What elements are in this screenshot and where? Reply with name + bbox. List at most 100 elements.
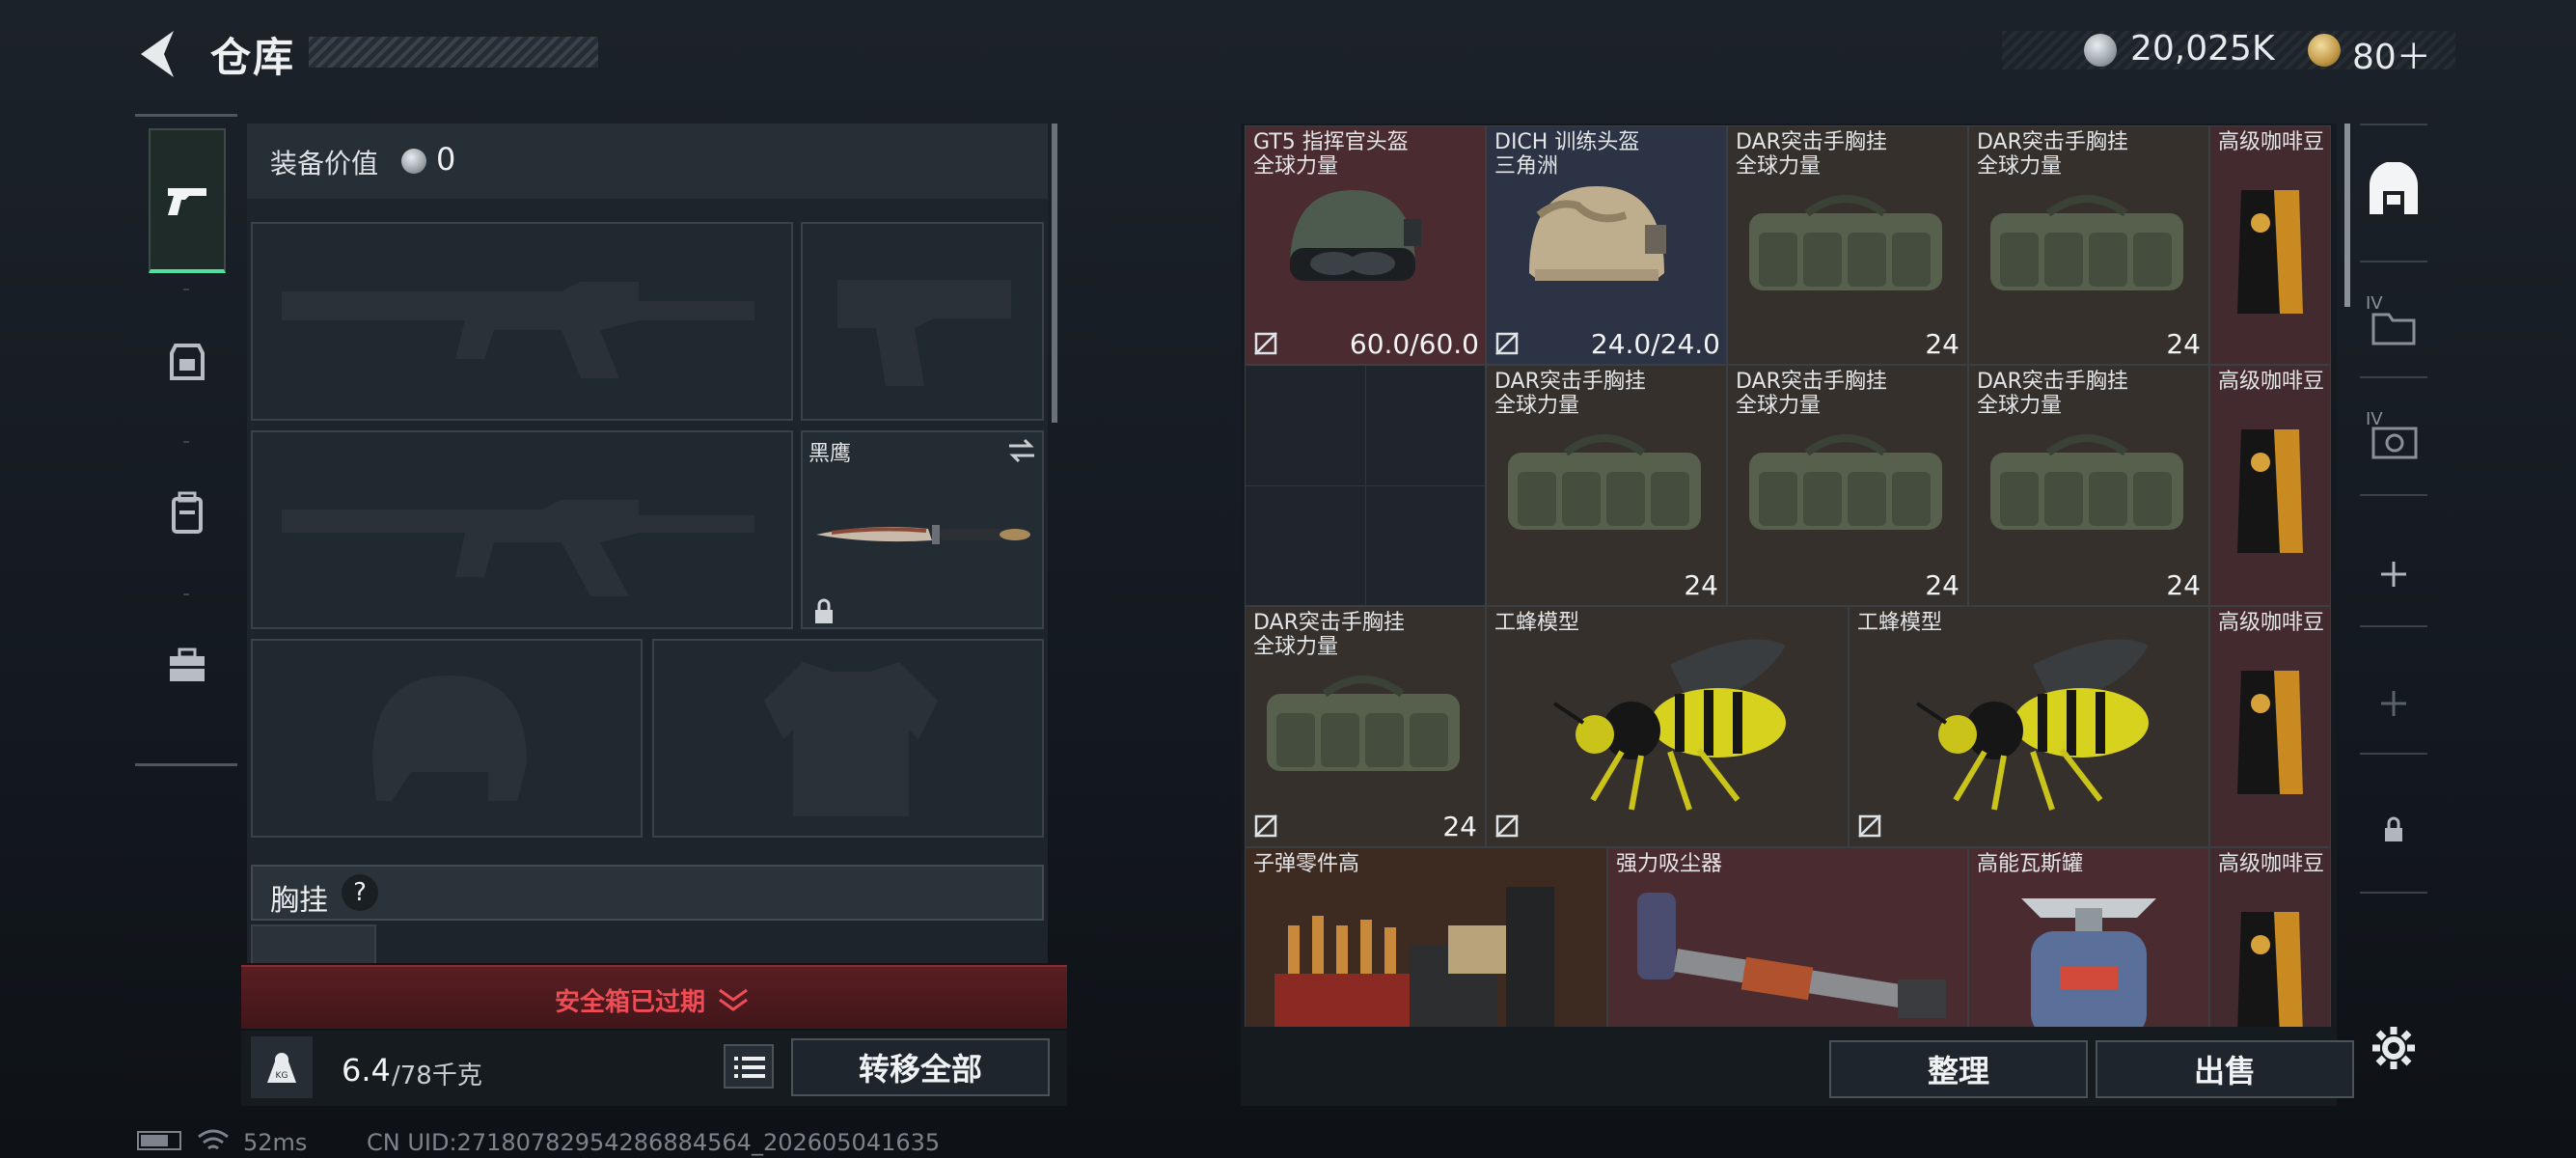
- item-gas-canister[interactable]: 高能瓦斯罐: [1968, 847, 2209, 1027]
- lock-icon: [815, 598, 833, 623]
- equipment-value-label: 装备价值: [270, 148, 379, 179]
- category-tabs: [135, 114, 237, 766]
- silver-coin-icon: [401, 149, 426, 174]
- armor-icon: [170, 344, 205, 380]
- swap-icon[interactable]: [1007, 438, 1036, 463]
- gas-canister-icon: [2021, 898, 2156, 1027]
- tab-toolbox[interactable]: [149, 593, 226, 738]
- item-coffee-beans[interactable]: 高级咖啡豆: [2209, 606, 2331, 847]
- melee-slot[interactable]: 黑鹰: [801, 430, 1044, 629]
- item-vacuum-cleaner[interactable]: 强力吸尘器: [1607, 847, 1968, 1027]
- weight-max: /78千克: [392, 1062, 482, 1090]
- item-coffee-beans[interactable]: 高级咖啡豆: [2209, 847, 2331, 1027]
- item-gt5-helmet[interactable]: GT5 指挥官头盔 全球力量 60.0/60.0: [1245, 125, 1486, 365]
- add-icon[interactable]: [2379, 560, 2408, 589]
- toolbox-icon: [170, 648, 205, 681]
- item-name: 高级咖啡豆: [2218, 852, 2325, 876]
- item-name: DAR突击手胸挂: [1736, 370, 1887, 394]
- item-dar-chest-rig[interactable]: DAR突击手胸挂 全球力量 24: [1968, 125, 2209, 365]
- item-name: DAR突击手胸挂: [1977, 130, 2128, 154]
- empty-slot[interactable]: [1245, 365, 1486, 606]
- backpack-icon: [172, 491, 203, 534]
- item-faction: 全球力量: [1736, 154, 1822, 179]
- back-arrow-icon[interactable]: [135, 27, 181, 81]
- item-faction: 全球力量: [1977, 154, 2063, 179]
- repair-disabled-icon: [1254, 332, 1277, 355]
- warehouse-icon[interactable]: [2366, 162, 2422, 218]
- item-faction: 全球力量: [1736, 394, 1822, 418]
- item-name: DAR突击手胸挂: [1253, 611, 1405, 635]
- item-bee-model[interactable]: 工蜂模型: [1486, 606, 1849, 847]
- weight-current: 6.4: [342, 1052, 391, 1089]
- repair-disabled-icon: [1495, 332, 1519, 355]
- add-icon[interactable]: [2379, 689, 2408, 718]
- ping-text: 52ms: [243, 1129, 308, 1156]
- item-coffee-beans[interactable]: 高级咖啡豆: [2209, 125, 2331, 365]
- wifi-icon: [198, 1129, 229, 1150]
- durability: 60.0/60.0: [1349, 328, 1479, 360]
- primary-weapon-slot[interactable]: [251, 222, 793, 421]
- storage-tab-2[interactable]: IV: [2366, 293, 2424, 351]
- item-dar-chest-rig[interactable]: DAR突击手胸挂 全球力量 24: [1968, 365, 2209, 606]
- silver-coin-icon: [2084, 34, 2117, 67]
- helmet-slot[interactable]: [251, 639, 643, 838]
- help-icon[interactable]: ?: [342, 874, 378, 911]
- tab-weapons[interactable]: [149, 128, 226, 273]
- helmet-icon: [1290, 190, 1421, 281]
- chest-rig-icon: [1267, 676, 1460, 771]
- item-bullet-parts[interactable]: 子弹零件高: [1245, 847, 1607, 1027]
- storage-tab-3[interactable]: IV: [2366, 409, 2424, 467]
- safe-icon: [2371, 427, 2418, 459]
- lock-icon: [2385, 816, 2402, 841]
- repair-disabled-icon: [1858, 814, 1881, 838]
- item-name: 强力吸尘器: [1616, 852, 1723, 876]
- item-dar-chest-rig[interactable]: DAR突击手胸挂 全球力量 24: [1245, 606, 1486, 847]
- svg-text:KG: KG: [276, 1071, 288, 1081]
- item-dich-helmet[interactable]: DICH 训练头盔 三角洲 24.0/24.0: [1486, 125, 1727, 365]
- chest-rig-icon: [1749, 434, 1942, 530]
- item-coffee-beans[interactable]: 高级咖啡豆: [2209, 365, 2331, 606]
- tab-backpack[interactable]: [149, 441, 226, 586]
- list-view-button[interactable]: [724, 1044, 774, 1089]
- secondary-weapon-slot[interactable]: [801, 222, 1044, 421]
- sort-button[interactable]: 整理: [1829, 1040, 2088, 1098]
- gold-coin-icon[interactable]: [2308, 34, 2341, 67]
- item-name: 高级咖啡豆: [2218, 370, 2325, 394]
- chevron-down-icon: [719, 988, 748, 1011]
- uid-text: CN UID:2718078295428688­4564_20260504163…: [367, 1129, 941, 1156]
- item-bee-model[interactable]: 工蜂模型: [1849, 606, 2209, 847]
- storage-grid: GT5 指挥官头盔 全球力量 60.0/60.0 DICH 训练头盔 三角洲 24.…: [1241, 124, 2337, 1027]
- settings-gear-icon[interactable]: [2370, 1025, 2417, 1071]
- item-count: 24: [1925, 328, 1959, 360]
- sell-button[interactable]: 出售: [2096, 1040, 2354, 1098]
- helmet-silhouette-icon: [372, 676, 527, 801]
- item-dar-chest-rig[interactable]: DAR突击手胸挂 全球力量 24: [1727, 125, 1968, 365]
- item-faction: 全球力量: [1253, 635, 1339, 659]
- item-dar-chest-rig[interactable]: DAR突击手胸挂 全球力量 24: [1486, 365, 1727, 606]
- melee-name: 黑鹰: [808, 442, 852, 466]
- bee-model-icon: [1552, 639, 1786, 811]
- equipment-scrollbar[interactable]: [1052, 124, 1057, 423]
- gold-amount[interactable]: 80＋: [2352, 29, 2431, 79]
- tab-armor[interactable]: [149, 289, 226, 433]
- chest-rig-icon: [1749, 195, 1942, 290]
- weight-bar: KG 6.4 /78千克 转移全部: [241, 1031, 1067, 1106]
- transfer-all-button[interactable]: 转移全部: [791, 1038, 1050, 1096]
- chest-rig-header: 胸挂 ?: [251, 865, 1044, 921]
- chest-rig-icon: [1990, 434, 2183, 530]
- folder-icon: [2371, 313, 2416, 345]
- safe-box-expired-banner[interactable]: 安全箱已过期: [241, 965, 1067, 1029]
- item-name: 高级咖啡豆: [2218, 611, 2325, 635]
- repair-disabled-icon: [1495, 814, 1519, 838]
- silver-amount: 20,025K: [2130, 29, 2275, 69]
- item-name: DAR突击手胸挂: [1736, 130, 1887, 154]
- primary-weapon-slot-2[interactable]: [251, 430, 793, 629]
- weight-icon: KG: [267, 1053, 296, 1083]
- rig-preview-slot[interactable]: [251, 924, 376, 963]
- item-dar-chest-rig[interactable]: DAR突击手胸挂 全球力量 24: [1727, 365, 1968, 606]
- item-name: DAR突击手胸挂: [1494, 370, 1646, 394]
- body-armor-slot[interactable]: [652, 639, 1044, 838]
- item-faction: 三角洲: [1494, 154, 1559, 179]
- item-name: DICH 训练头盔: [1494, 130, 1640, 154]
- battery-icon: [137, 1131, 181, 1150]
